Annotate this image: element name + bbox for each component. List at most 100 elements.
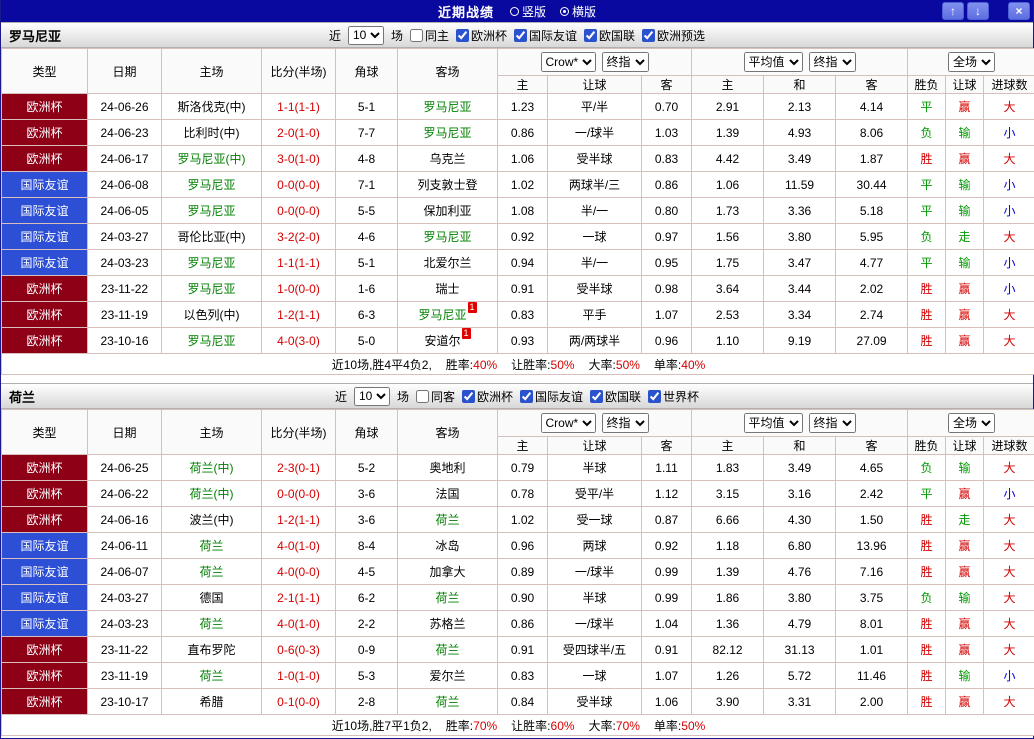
ah-line: 半/一 [547, 197, 642, 224]
result-wdl: 胜 [907, 532, 947, 559]
competition-checkbox[interactable]: 国际友谊 [520, 388, 583, 405]
same-venue-checkbox-input[interactable] [415, 389, 429, 403]
result-handicap: 输 [945, 249, 985, 276]
summary-stat: 单率:50% [654, 719, 705, 733]
result-wdl: 负 [907, 584, 947, 611]
close-button[interactable]: × [1008, 2, 1030, 20]
match-date: 24-06-26 [87, 93, 162, 120]
competition-checkbox[interactable]: 欧国联 [584, 27, 635, 44]
match-date: 23-11-22 [87, 636, 162, 663]
stat-label: 胜率: [445, 718, 474, 733]
competition-type: 欧洲杯 [1, 301, 88, 328]
corner-score: 5-3 [335, 662, 398, 689]
summary-stat: 大率:50% [589, 358, 640, 372]
home-team: 罗马尼亚 [161, 197, 262, 224]
team-label: 罗马尼亚 [187, 204, 236, 218]
eu-average-select[interactable]: 平均值 [743, 52, 803, 72]
result-wdl: 平 [907, 480, 947, 507]
eu-home-odds: 82.12 [691, 636, 765, 663]
match-row: 欧洲杯 23-11-22 直布罗陀 0-6(0-3) 0-9 荷兰 0.91 受四球半/五 0.… [1, 636, 1034, 663]
result-wdl: 负 [907, 223, 947, 250]
ah-stage-select[interactable]: 终指 [601, 413, 649, 433]
result-goals: 大 [983, 301, 1034, 328]
eu-away-odds: 30.44 [835, 171, 909, 198]
competition-checkbox[interactable]: 欧洲杯 [461, 388, 513, 405]
competition-checkbox[interactable]: 欧洲杯 [455, 27, 507, 44]
ah-bookmaker-select[interactable]: Crow* [540, 413, 596, 433]
match-score: 1-0(0-0) [261, 275, 336, 302]
eu-stage-select[interactable]: 终指 [808, 413, 856, 433]
checkbox-label: 同主 [424, 28, 449, 43]
eu-home-odds: 1.18 [691, 532, 765, 559]
competition-checkbox-input[interactable] [461, 389, 475, 403]
layout-radio-group: 竖版 横版 [509, 3, 596, 20]
ah-stage-select[interactable]: 终指 [601, 52, 649, 72]
recent-count-select[interactable]: 10 [347, 25, 384, 45]
away-team: 保加利亚 [397, 197, 498, 224]
result-goals: 大 [983, 506, 1034, 533]
competition-checkbox-input[interactable] [590, 389, 604, 403]
match-row: 国际友谊 24-03-23 荷兰 4-0(1-0) 2-2 苏格兰 0.86 一/球半 1.04… [1, 610, 1034, 637]
eu-average-select[interactable]: 平均值 [743, 413, 803, 433]
scroll-up-button[interactable]: ↑ [942, 2, 964, 20]
corner-score: 4-6 [335, 223, 398, 250]
match-date: 24-03-23 [87, 249, 162, 276]
eu-home-odds: 6.66 [691, 506, 765, 533]
eu-home-odds: 3.64 [691, 275, 765, 302]
recent-count-select[interactable]: 10 [353, 386, 390, 406]
match-row: 欧洲杯 23-10-17 希腊 0-1(0-0) 2-8 荷兰 0.84 受半球 1.06 3.9… [1, 688, 1034, 715]
stat-label: 胜率: [445, 357, 474, 372]
eu-home-odds: 2.53 [691, 301, 765, 328]
result-handicap: 输 [945, 197, 985, 224]
eu-draw-odds: 9.19 [763, 327, 837, 354]
competition-checkbox-input[interactable] [642, 28, 656, 42]
result-wdl: 胜 [907, 275, 947, 302]
radio-icon [509, 6, 519, 16]
competition-checkbox-input[interactable] [455, 28, 469, 42]
same-venue-checkbox[interactable]: 同主 [409, 27, 449, 44]
match-date: 24-06-05 [87, 197, 162, 224]
competition-checkbox[interactable]: 世界杯 [648, 388, 699, 405]
match-date: 24-06-16 [87, 506, 162, 533]
ah-odds-controls: Crow* 终指 [496, 48, 693, 76]
eu-stage-select[interactable]: 终指 [808, 52, 856, 72]
eu-draw-odds: 3.49 [763, 145, 837, 172]
same-venue-checkbox[interactable]: 同客 [415, 388, 455, 405]
scroll-down-button[interactable]: ↓ [967, 2, 989, 20]
competition-type: 欧洲杯 [1, 506, 88, 533]
ah-line: 半/一 [547, 249, 642, 276]
ah-home-odds: 0.78 [497, 480, 548, 507]
corner-score: 6-2 [335, 584, 398, 611]
same-venue-checkbox-input[interactable] [409, 28, 423, 42]
layout-radio-vertical[interactable]: 竖版 [509, 3, 546, 20]
col-header-eu-away: 客 [835, 436, 909, 455]
competition-checkbox-input[interactable] [514, 28, 527, 42]
full-match-select[interactable]: 全场 [948, 413, 996, 433]
recent-results-window: 近期战绩 竖版 横版 ↑ ↓ × 罗马尼亚 近 10 场同主 欧洲杯 国际友谊 欧国联 欧洲预… [0, 0, 1034, 739]
eu-draw-odds: 3.80 [763, 223, 837, 250]
eu-draw-odds: 4.93 [763, 119, 837, 146]
competition-checkbox-input[interactable] [520, 389, 533, 403]
home-team: 波兰(中) [161, 506, 262, 533]
competition-checkbox[interactable]: 欧国联 [590, 388, 641, 405]
summary-stat: 让胜率:60% [511, 719, 574, 733]
competition-checkbox[interactable]: 国际友谊 [514, 27, 577, 44]
match-score: 4-0(3-0) [261, 327, 336, 354]
competition-checkbox-input[interactable] [584, 28, 598, 42]
ah-bookmaker-select[interactable]: Crow* [540, 52, 596, 72]
layout-radio-horizontal[interactable]: 横版 [560, 3, 596, 20]
eu-home-odds: 1.06 [691, 171, 765, 198]
competition-checkbox-input[interactable] [648, 389, 662, 403]
result-wdl: 胜 [907, 506, 947, 533]
eu-away-odds: 2.42 [835, 480, 909, 507]
ah-home-odds: 0.93 [497, 327, 548, 354]
competition-checkbox[interactable]: 欧洲预选 [642, 27, 705, 44]
full-match-select[interactable]: 全场 [948, 52, 996, 72]
result-wdl: 平 [907, 93, 947, 120]
col-header-home: 主场 [161, 409, 262, 455]
eu-away-odds: 13.96 [835, 532, 909, 559]
corner-score: 5-0 [335, 327, 398, 354]
checkbox-label: 欧国联 [605, 389, 642, 404]
stat-label: 单率: [653, 718, 682, 733]
match-row: 欧洲杯 24-06-17 罗马尼亚(中) 3-0(1-0) 4-8 乌克兰 1.06 受半球 0… [1, 145, 1034, 172]
